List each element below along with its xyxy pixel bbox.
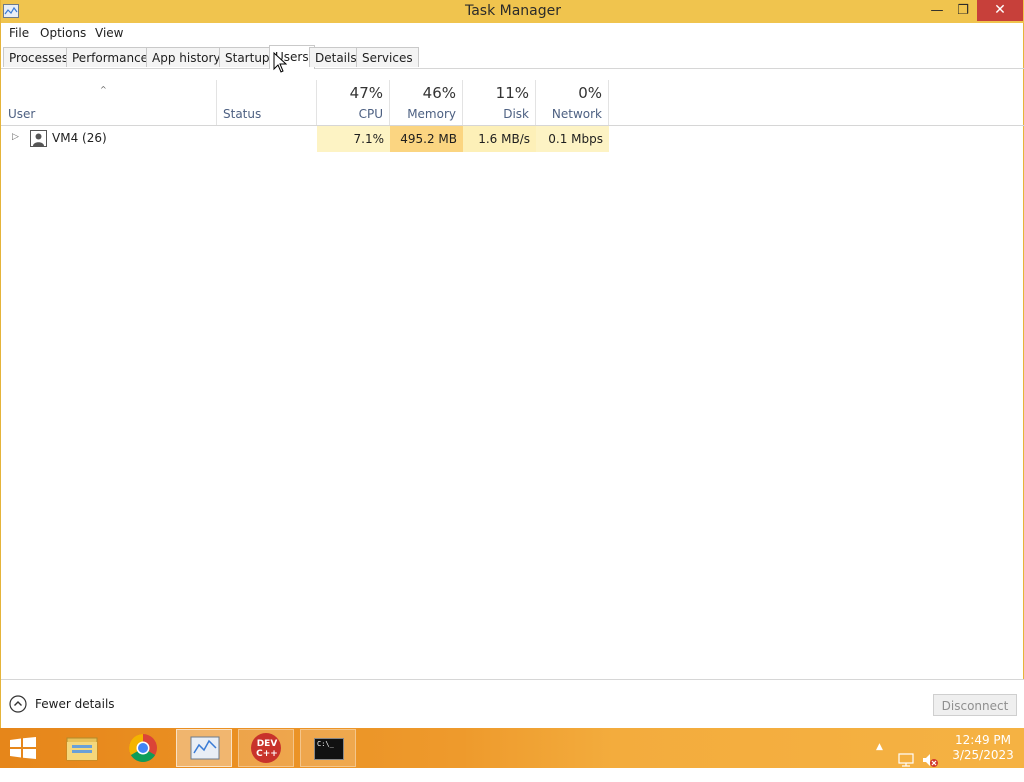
window-title: Task Manager <box>464 3 562 19</box>
taskbar-command-prompt[interactable]: C:\_ <box>300 729 356 767</box>
cpu-total-percent: 47% <box>349 84 383 102</box>
column-header-cpu[interactable]: 47% CPU <box>317 80 390 125</box>
taskbar-file-explorer[interactable] <box>54 729 110 767</box>
show-hidden-icons-icon[interactable]: ▲ <box>876 742 883 782</box>
menu-bar: File Options View <box>1 23 1024 43</box>
table-row[interactable]: ▷ VM4 (26) 7.1% 495.2 MB 1.6 MB/s 0.1 Mb… <box>1 126 1024 152</box>
memory-total-percent: 46% <box>422 84 456 102</box>
tab-startup[interactable]: Startup <box>219 47 276 67</box>
disk-total-percent: 11% <box>495 84 529 102</box>
taskbar-task-manager[interactable] <box>176 729 232 767</box>
fewer-details-link[interactable]: Fewer details <box>35 697 115 711</box>
network-total-percent: 0% <box>578 84 602 102</box>
disconnect-button[interactable]: Disconnect <box>933 694 1017 716</box>
user-icon <box>30 130 47 147</box>
tab-processes[interactable]: Processes <box>3 47 75 67</box>
column-label-cpu: CPU <box>358 107 383 121</box>
cell-network: 0.1 Mbps <box>536 126 609 152</box>
folder-icon <box>66 737 98 761</box>
expand-arrow-icon[interactable]: ▷ <box>12 132 19 142</box>
tab-performance[interactable]: Performance <box>66 47 155 67</box>
task-manager-window: Task Manager — ❐ ✕ File Options View Pro… <box>0 0 1024 729</box>
column-header-status[interactable]: Status <box>217 80 317 125</box>
cell-cpu: 7.1% <box>317 126 390 152</box>
column-header-network[interactable]: 0% Network <box>536 80 609 125</box>
column-header-user[interactable]: ^ User <box>1 80 217 125</box>
menu-view[interactable]: View <box>95 26 123 40</box>
cell-disk: 1.6 MB/s <box>463 126 536 152</box>
windows-start-icon[interactable] <box>8 737 38 759</box>
tab-app-history[interactable]: App history <box>146 47 227 67</box>
mouse-cursor-icon <box>273 52 287 73</box>
clock-time: 12:49 PM <box>955 733 1011 747</box>
column-label-status: Status <box>223 107 262 121</box>
column-label-network: Network <box>551 107 602 121</box>
title-bar[interactable]: Task Manager — ❐ ✕ <box>1 0 1024 23</box>
column-label-user: User <box>8 107 36 121</box>
dev-cpp-label: DEV C++ <box>256 739 278 759</box>
taskbar-chrome[interactable] <box>115 729 171 767</box>
restore-button[interactable]: ❐ <box>949 0 977 21</box>
clock-date: 3/25/2023 <box>952 748 1014 762</box>
tab-services[interactable]: Services <box>356 47 419 67</box>
column-header-disk[interactable]: 11% Disk <box>463 80 536 125</box>
footer-bar: Fewer details Disconnect <box>1 679 1024 729</box>
network-icon[interactable] <box>897 740 915 780</box>
column-header-row: ^ User Status 47% CPU 46% Memory 11% Dis… <box>1 80 1024 126</box>
tab-strip: Processes Performance App history Startu… <box>1 45 1024 69</box>
sort-ascending-icon: ^ <box>100 85 107 94</box>
column-label-disk: Disk <box>503 107 529 121</box>
volume-muted-icon[interactable] <box>921 740 939 780</box>
cmd-label: C:\_ <box>317 740 334 748</box>
menu-file[interactable]: File <box>9 26 29 40</box>
minimize-button[interactable]: — <box>923 0 951 21</box>
chrome-icon <box>129 734 157 762</box>
chevron-up-circle-icon[interactable] <box>9 695 27 713</box>
menu-options[interactable]: Options <box>40 26 86 40</box>
taskbar: DEV C++ C:\_ ▲ 12:49 PM 3/25/2023 <box>0 728 1024 768</box>
system-clock[interactable]: 12:49 PM 3/25/2023 <box>948 733 1018 763</box>
column-label-memory: Memory <box>407 107 456 121</box>
close-button[interactable]: ✕ <box>977 0 1023 21</box>
user-name: VM4 (26) <box>52 131 107 145</box>
taskbar-dev-cpp[interactable]: DEV C++ <box>238 729 294 767</box>
task-manager-icon <box>190 736 220 760</box>
cell-memory: 495.2 MB <box>390 126 463 152</box>
column-header-memory[interactable]: 46% Memory <box>390 80 463 125</box>
tab-details[interactable]: Details <box>309 47 363 67</box>
